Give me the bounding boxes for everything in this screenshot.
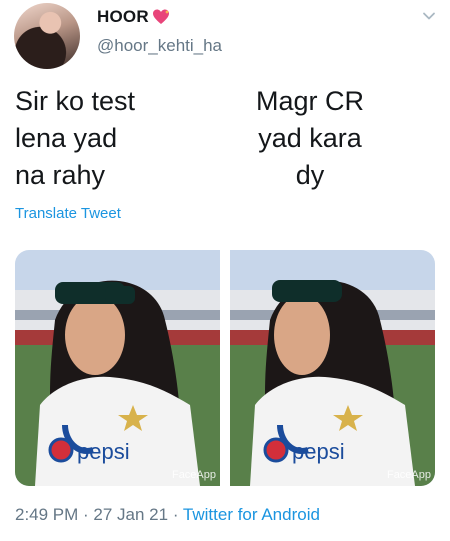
tweet-date[interactable]: 27 Jan 21 — [93, 505, 168, 524]
tweet-text: Sir ko test lena yad na rahy Magr CR yad… — [15, 83, 435, 193]
shirt-brand-right: pepsi — [292, 439, 345, 464]
chevron-down-icon[interactable] — [422, 9, 436, 23]
author-name-row[interactable]: HOOR — [97, 7, 171, 27]
tweet-time[interactable]: 2:49 PM — [15, 505, 78, 524]
translate-tweet-link[interactable]: Translate Tweet — [15, 205, 121, 222]
photo-left[interactable]: pepsi FaceApp — [15, 250, 220, 486]
meta-separator: · — [168, 505, 183, 524]
tweet-source-link[interactable]: Twitter for Android — [183, 505, 320, 524]
avatar[interactable] — [14, 3, 80, 69]
faceapp-watermark-left: FaceApp — [171, 469, 216, 481]
shirt-brand-left: pepsi — [77, 439, 130, 464]
tweet-meta: 2:49 PM · 27 Jan 21 · Twitter for Androi… — [15, 505, 320, 525]
photo-right[interactable]: pepsi FaceApp — [230, 250, 435, 486]
tweet-text-right: Magr CR yad kara dy — [255, 86, 364, 190]
faceapp-watermark-right: FaceApp — [386, 469, 431, 481]
sparkling-heart-icon — [151, 8, 171, 26]
tweet-media[interactable]: pepsi FaceApp pepsi FaceApp — [15, 250, 435, 486]
meta-separator: · — [78, 505, 94, 524]
author-handle[interactable]: @hoor_kehti_ha — [97, 36, 222, 56]
tweet-text-left: Sir ko test lena yad na rahy — [15, 86, 136, 190]
author-display-name[interactable]: HOOR — [97, 7, 149, 27]
